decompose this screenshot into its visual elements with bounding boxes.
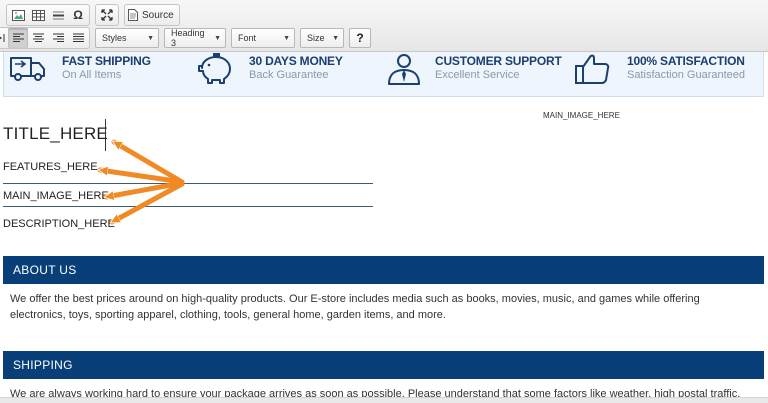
source-button[interactable]: Source: [124, 4, 180, 26]
divider-line: [3, 206, 373, 207]
source-icon: [126, 5, 140, 25]
about-us-header: ABOUT US: [3, 256, 764, 284]
features-placeholder[interactable]: FEATURES_HERE: [3, 161, 98, 173]
size-dropdown[interactable]: Size ▼: [300, 28, 344, 48]
feature-customer-support: CUSTOMER SUPPORT Excellent Service: [385, 52, 565, 92]
features-banner: FAST SHIPPING On All Items 30 DAYS MONEY…: [3, 52, 764, 97]
align-center-icon[interactable]: [28, 28, 48, 48]
font-dropdown[interactable]: Font ▼: [231, 28, 295, 48]
align-left-icon[interactable]: [8, 28, 28, 48]
chevron-down-icon: ▼: [332, 34, 339, 42]
text-caret: [105, 119, 106, 151]
feature-money-back: 30 DAYS MONEY Back Guarantee: [196, 52, 346, 92]
feature-title: CUSTOMER SUPPORT: [435, 54, 562, 68]
feature-title: FAST SHIPPING: [62, 54, 151, 68]
description-placeholder[interactable]: DESCRIPTION_HERE: [3, 218, 115, 230]
chevron-down-icon: ▼: [283, 34, 290, 42]
main-image-placeholder[interactable]: MAIN_IMAGE_HERE: [3, 190, 109, 202]
feature-subtitle: Back Guarantee: [249, 69, 329, 81]
arrow-to-features: [100, 170, 185, 185]
thumbs-up-icon: [574, 52, 614, 86]
align-group: [0, 27, 90, 49]
format-dropdown-label: Heading 3: [171, 28, 205, 48]
main-image-placeholder-small[interactable]: MAIN_IMAGE_HERE: [543, 111, 620, 120]
arrow-to-title: [111, 139, 185, 185]
horizontal-scrollbar[interactable]: [0, 397, 768, 403]
horizontal-line-icon[interactable]: [48, 5, 68, 25]
feature-satisfaction: 100% SATISFACTION Satisfaction Guarantee…: [574, 52, 764, 92]
table-icon[interactable]: [28, 5, 48, 25]
feature-subtitle: Satisfaction Guaranteed: [627, 69, 746, 81]
size-dropdown-label: Size: [307, 33, 325, 43]
view-group: [95, 4, 119, 26]
format-dropdown[interactable]: Heading 3 ▼: [164, 28, 226, 48]
help-button[interactable]: ?: [349, 28, 371, 48]
indent-icon[interactable]: [0, 28, 8, 48]
title-placeholder[interactable]: TITLE_HERE: [3, 124, 108, 144]
editor-toolbar: Ω Source Styles ▼ Heading 3 ▼ Font ▼ Siz…: [0, 0, 768, 52]
styles-dropdown[interactable]: Styles ▼: [95, 28, 159, 48]
source-label: Source: [142, 9, 174, 21]
feature-title: 30 DAYS MONEY: [249, 54, 343, 68]
feature-subtitle: Excellent Service: [435, 69, 520, 81]
chevron-down-icon: ▼: [214, 34, 221, 42]
feature-title: 100% SATISFACTION: [627, 54, 745, 68]
support-agent-icon: [385, 52, 425, 86]
toolbar-row-2: Styles ▼ Heading 3 ▼ Font ▼ Size ▼ ?: [0, 26, 371, 50]
editor-window: Ω Source Styles ▼ Heading 3 ▼ Font ▼ Siz…: [0, 0, 768, 403]
about-us-text: We offer the best prices around on high-…: [10, 293, 700, 321]
align-right-icon[interactable]: [48, 28, 68, 48]
image-icon[interactable]: [8, 5, 28, 25]
styles-dropdown-label: Styles: [102, 33, 127, 43]
truck-icon: [9, 52, 49, 86]
arrow-to-main-image: [106, 180, 185, 197]
font-dropdown-label: Font: [238, 33, 257, 43]
toolbar-row-1: Ω Source: [6, 3, 185, 27]
piggy-bank-icon: [196, 52, 236, 86]
chevron-down-icon: ▼: [147, 34, 154, 42]
arrow-to-description: [112, 181, 185, 225]
special-char-icon[interactable]: Ω: [68, 5, 88, 25]
maximize-icon[interactable]: [97, 5, 117, 25]
feature-fast-shipping: FAST SHIPPING On All Items: [9, 52, 159, 92]
divider-line: [3, 183, 373, 184]
insert-group: Ω: [6, 4, 90, 26]
feature-subtitle: On All Items: [62, 69, 122, 81]
shipping-header: SHIPPING: [3, 351, 764, 379]
align-justify-icon[interactable]: [68, 28, 88, 48]
